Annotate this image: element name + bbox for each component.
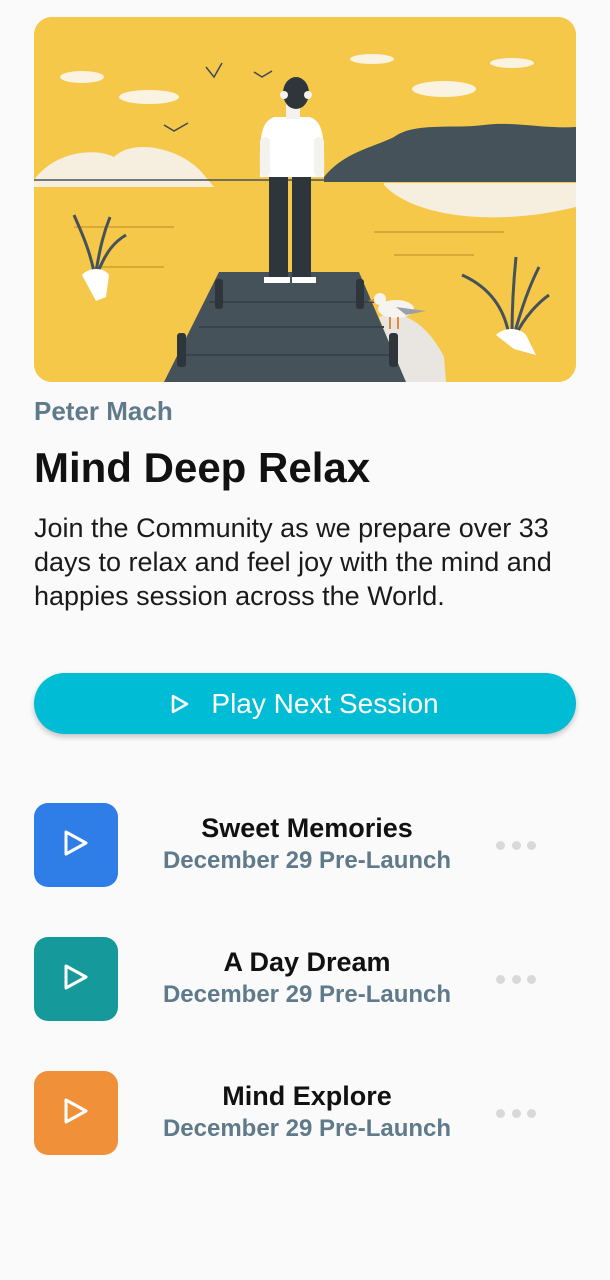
session-item[interactable]: A Day Dream December 29 Pre-Launch bbox=[34, 937, 544, 1021]
session-title: A Day Dream bbox=[223, 947, 391, 977]
session-item[interactable]: Sweet Memories December 29 Pre-Launch bbox=[34, 803, 544, 887]
author-name: Peter Mach bbox=[34, 396, 173, 426]
play-next-session-button[interactable]: Play Next Session bbox=[34, 673, 576, 734]
session-date: December 29 Pre-Launch bbox=[162, 847, 452, 874]
play-button-label: Play Next Session bbox=[211, 687, 439, 719]
more-options-icon[interactable] bbox=[496, 973, 536, 985]
play-icon bbox=[171, 694, 189, 714]
session-play-button[interactable] bbox=[34, 937, 118, 1021]
play-icon bbox=[63, 1097, 89, 1130]
more-options-icon[interactable] bbox=[496, 839, 536, 851]
play-icon bbox=[63, 829, 89, 862]
more-options-icon[interactable] bbox=[496, 1107, 536, 1119]
course-description: Join the Community as we prepare over 33… bbox=[34, 513, 552, 611]
session-title: Sweet Memories bbox=[201, 813, 413, 843]
session-play-button[interactable] bbox=[34, 1071, 118, 1155]
hero-illustration bbox=[34, 17, 576, 382]
session-item[interactable]: Mind Explore December 29 Pre-Launch bbox=[34, 1071, 544, 1155]
session-play-button[interactable] bbox=[34, 803, 118, 887]
page-title: Mind Deep Relax bbox=[34, 444, 371, 491]
session-title: Mind Explore bbox=[222, 1081, 392, 1111]
session-date: December 29 Pre-Launch bbox=[162, 1115, 452, 1142]
session-date: December 29 Pre-Launch bbox=[162, 981, 452, 1008]
play-icon bbox=[63, 963, 89, 996]
